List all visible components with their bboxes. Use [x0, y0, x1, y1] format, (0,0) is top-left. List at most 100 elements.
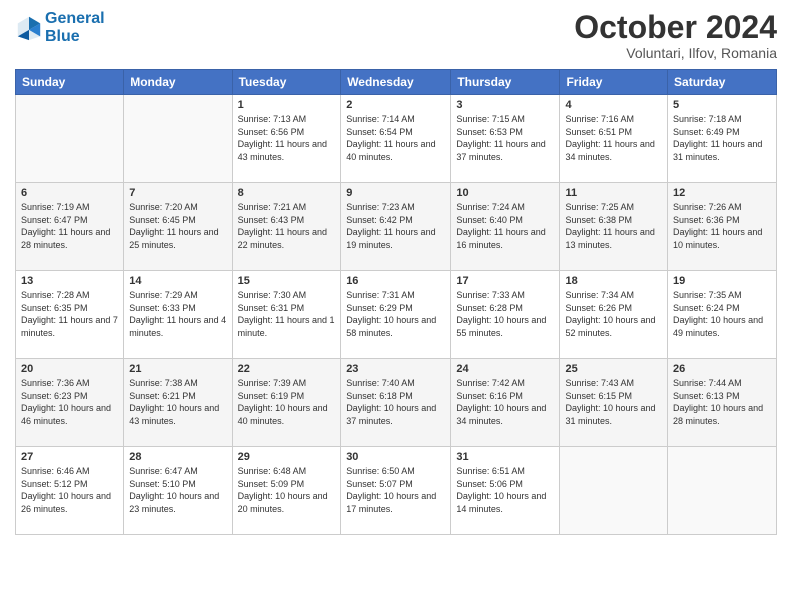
- day-info: Sunrise: 7:19 AM Sunset: 6:47 PM Dayligh…: [21, 201, 118, 251]
- day-info: Sunrise: 7:26 AM Sunset: 6:36 PM Dayligh…: [673, 201, 771, 251]
- day-number: 26: [673, 363, 771, 375]
- day-info: Sunrise: 6:50 AM Sunset: 5:07 PM Dayligh…: [346, 465, 445, 515]
- day-number: 12: [673, 187, 771, 199]
- weekday-header: Sunday: [16, 70, 124, 95]
- calendar-day-cell: 17Sunrise: 7:33 AM Sunset: 6:28 PM Dayli…: [451, 271, 560, 359]
- day-info: Sunrise: 7:24 AM Sunset: 6:40 PM Dayligh…: [456, 201, 554, 251]
- day-info: Sunrise: 7:15 AM Sunset: 6:53 PM Dayligh…: [456, 113, 554, 163]
- day-info: Sunrise: 7:28 AM Sunset: 6:35 PM Dayligh…: [21, 289, 118, 339]
- calendar-day-cell: 4 Sunrise: 7:16 AM Sunset: 6:51 PM Daylig…: [560, 95, 668, 183]
- day-number: 18: [565, 275, 662, 287]
- calendar-day-cell: 23Sunrise: 7:40 AM Sunset: 6:18 PM Dayli…: [341, 359, 451, 447]
- day-number: 4: [565, 99, 662, 111]
- day-number: 7: [129, 187, 226, 199]
- day-number: 15: [238, 275, 336, 287]
- day-number: 24: [456, 363, 554, 375]
- day-number: 2: [346, 99, 445, 111]
- day-info: Sunrise: 7:16 AM Sunset: 6:51 PM Dayligh…: [565, 113, 662, 163]
- day-info: Sunrise: 7:39 AM Sunset: 6:19 PM Dayligh…: [238, 377, 336, 427]
- calendar-day-cell: 30 Sunrise: 6:50 AM Sunset: 5:07 PM Dayli…: [341, 447, 451, 535]
- weekday-header: Wednesday: [341, 70, 451, 95]
- day-number: 9: [346, 187, 445, 199]
- calendar-day-cell: 8 Sunrise: 7:21 AM Sunset: 6:43 PM Daylig…: [232, 183, 341, 271]
- weekday-header: Thursday: [451, 70, 560, 95]
- calendar-week-row: 20 Sunrise: 7:36 AM Sunset: 6:23 PM Dayli…: [16, 359, 777, 447]
- day-number: 19: [673, 275, 771, 287]
- calendar-day-cell: 25 Sunrise: 7:43 AM Sunset: 6:15 PM Dayli…: [560, 359, 668, 447]
- day-info: Sunrise: 6:48 AM Sunset: 5:09 PM Dayligh…: [238, 465, 336, 515]
- calendar-day-cell: 26 Sunrise: 7:44 AM Sunset: 6:13 PM Dayli…: [668, 359, 777, 447]
- day-info: Sunrise: 7:38 AM Sunset: 6:21 PM Dayligh…: [129, 377, 226, 427]
- calendar-table: SundayMondayTuesdayWednesdayThursdayFrid…: [15, 69, 777, 535]
- calendar-day-cell: 9 Sunrise: 7:23 AM Sunset: 6:42 PM Daylig…: [341, 183, 451, 271]
- day-info: Sunrise: 6:47 AM Sunset: 5:10 PM Dayligh…: [129, 465, 226, 515]
- calendar-day-cell: 27Sunrise: 6:46 AM Sunset: 5:12 PM Dayli…: [16, 447, 124, 535]
- weekday-header: Tuesday: [232, 70, 341, 95]
- day-number: 3: [456, 99, 554, 111]
- day-info: Sunrise: 7:30 AM Sunset: 6:31 PM Dayligh…: [238, 289, 336, 339]
- day-number: 11: [565, 187, 662, 199]
- day-info: Sunrise: 7:20 AM Sunset: 6:45 PM Dayligh…: [129, 201, 226, 251]
- calendar-day-cell: 11 Sunrise: 7:25 AM Sunset: 6:38 PM Dayli…: [560, 183, 668, 271]
- logo-blue: Blue: [45, 28, 80, 45]
- calendar-day-cell: 12 Sunrise: 7:26 AM Sunset: 6:36 PM Dayli…: [668, 183, 777, 271]
- page: General Blue October 2024 Voluntari, Ilf…: [0, 0, 792, 612]
- day-info: Sunrise: 7:29 AM Sunset: 6:33 PM Dayligh…: [129, 289, 226, 339]
- calendar-day-cell: 5Sunrise: 7:18 AM Sunset: 6:49 PM Daylig…: [668, 95, 777, 183]
- calendar-day-cell: 10 Sunrise: 7:24 AM Sunset: 6:40 PM Dayli…: [451, 183, 560, 271]
- day-number: 8: [238, 187, 336, 199]
- day-info: Sunrise: 7:23 AM Sunset: 6:42 PM Dayligh…: [346, 201, 445, 251]
- calendar-day-cell: 7 Sunrise: 7:20 AM Sunset: 6:45 PM Daylig…: [124, 183, 232, 271]
- day-number: 25: [565, 363, 662, 375]
- calendar-day-cell: [124, 95, 232, 183]
- calendar-day-cell: 2 Sunrise: 7:14 AM Sunset: 6:54 PM Daylig…: [341, 95, 451, 183]
- calendar-day-cell: 15 Sunrise: 7:30 AM Sunset: 6:31 PM Dayli…: [232, 271, 341, 359]
- day-info: Sunrise: 7:18 AM Sunset: 6:49 PM Dayligh…: [673, 113, 771, 163]
- calendar-day-cell: 13 Sunrise: 7:28 AM Sunset: 6:35 PM Dayli…: [16, 271, 124, 359]
- location-subtitle: Voluntari, Ilfov, Romania: [574, 45, 777, 61]
- day-number: 30: [346, 451, 445, 463]
- calendar-day-cell: [668, 447, 777, 535]
- calendar-day-cell: 3 Sunrise: 7:15 AM Sunset: 6:53 PM Daylig…: [451, 95, 560, 183]
- calendar-week-row: 27Sunrise: 6:46 AM Sunset: 5:12 PM Dayli…: [16, 447, 777, 535]
- day-info: Sunrise: 7:33 AM Sunset: 6:28 PM Dayligh…: [456, 289, 554, 339]
- weekday-header: Monday: [124, 70, 232, 95]
- calendar-day-cell: 21 Sunrise: 7:38 AM Sunset: 6:21 PM Dayli…: [124, 359, 232, 447]
- calendar-day-cell: 1Sunrise: 7:13 AM Sunset: 6:56 PM Daylig…: [232, 95, 341, 183]
- calendar-day-cell: 28 Sunrise: 6:47 AM Sunset: 5:10 PM Dayli…: [124, 447, 232, 535]
- day-info: Sunrise: 7:34 AM Sunset: 6:26 PM Dayligh…: [565, 289, 662, 339]
- calendar-day-cell: 14Sunrise: 7:29 AM Sunset: 6:33 PM Dayli…: [124, 271, 232, 359]
- weekday-header: Friday: [560, 70, 668, 95]
- day-info: Sunrise: 7:44 AM Sunset: 6:13 PM Dayligh…: [673, 377, 771, 427]
- day-info: Sunrise: 6:51 AM Sunset: 5:06 PM Dayligh…: [456, 465, 554, 515]
- day-info: Sunrise: 7:43 AM Sunset: 6:15 PM Dayligh…: [565, 377, 662, 427]
- day-number: 16: [346, 275, 445, 287]
- day-number: 28: [129, 451, 226, 463]
- day-info: Sunrise: 7:31 AM Sunset: 6:29 PM Dayligh…: [346, 289, 445, 339]
- day-number: 23: [346, 363, 445, 375]
- weekday-header: Saturday: [668, 70, 777, 95]
- day-number: 29: [238, 451, 336, 463]
- calendar-day-cell: 29 Sunrise: 6:48 AM Sunset: 5:09 PM Dayli…: [232, 447, 341, 535]
- day-number: 22: [238, 363, 336, 375]
- calendar-day-cell: 24Sunrise: 7:42 AM Sunset: 6:16 PM Dayli…: [451, 359, 560, 447]
- calendar-day-cell: 20 Sunrise: 7:36 AM Sunset: 6:23 PM Dayli…: [16, 359, 124, 447]
- day-number: 20: [21, 363, 118, 375]
- calendar-day-cell: [16, 95, 124, 183]
- day-number: 21: [129, 363, 226, 375]
- day-number: 10: [456, 187, 554, 199]
- calendar-week-row: 1Sunrise: 7:13 AM Sunset: 6:56 PM Daylig…: [16, 95, 777, 183]
- day-info: Sunrise: 7:36 AM Sunset: 6:23 PM Dayligh…: [21, 377, 118, 427]
- calendar-week-row: 6Sunrise: 7:19 AM Sunset: 6:47 PM Daylig…: [16, 183, 777, 271]
- day-info: Sunrise: 7:25 AM Sunset: 6:38 PM Dayligh…: [565, 201, 662, 251]
- calendar-day-cell: 22 Sunrise: 7:39 AM Sunset: 6:19 PM Dayli…: [232, 359, 341, 447]
- calendar-week-row: 13 Sunrise: 7:28 AM Sunset: 6:35 PM Dayli…: [16, 271, 777, 359]
- day-info: Sunrise: 7:35 AM Sunset: 6:24 PM Dayligh…: [673, 289, 771, 339]
- day-info: Sunrise: 7:14 AM Sunset: 6:54 PM Dayligh…: [346, 113, 445, 163]
- logo-icon: [15, 14, 43, 42]
- logo-text: General Blue: [45, 10, 105, 45]
- calendar-day-cell: 31Sunrise: 6:51 AM Sunset: 5:06 PM Dayli…: [451, 447, 560, 535]
- day-number: 13: [21, 275, 118, 287]
- day-number: 1: [238, 99, 336, 111]
- day-info: Sunrise: 7:21 AM Sunset: 6:43 PM Dayligh…: [238, 201, 336, 251]
